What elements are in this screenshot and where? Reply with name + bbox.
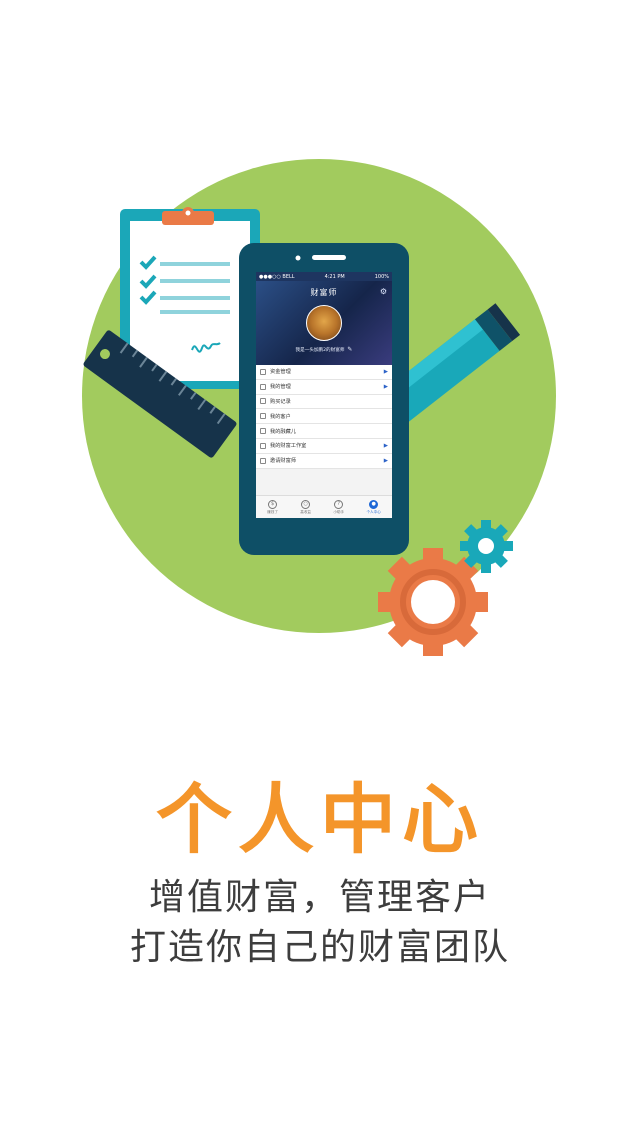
fund-icon [260, 368, 266, 375]
chevron-right-icon: ▶ [383, 368, 388, 375]
subtitle-line-2: 打造你自己的财富团队 [129, 927, 510, 968]
menu-item-label: 我的融藏儿 [270, 428, 296, 435]
tab-bar: $ 赚钱了 ○ 高收益 ? 小助手 ● 个人中心 [256, 495, 392, 518]
nav-title: 财富师 [310, 288, 338, 297]
collection-icon [260, 428, 266, 435]
tab-label: 小助手 [333, 509, 345, 514]
menu-list: 资金管理 ▶ 我的管理 ▶ 购买记录 我的客户 我的融藏儿 我的财富工作室 ▶ … [256, 365, 392, 469]
tab-assistant[interactable]: ? 小助手 [333, 499, 345, 515]
chevron-right-icon: ▶ [383, 442, 388, 449]
tab-label: 赚钱了 [267, 509, 278, 514]
status-battery: 100% [374, 273, 389, 280]
tab-profile[interactable]: ● 个人中心 [366, 499, 381, 515]
records-icon [260, 398, 266, 405]
status-time: 4:21 PM [324, 273, 345, 280]
menu-item-my-clients[interactable]: 我的客户 [256, 409, 392, 425]
page-title: 个人中心 [156, 775, 484, 864]
menu-item-fund-management[interactable]: 资金管理 ▶ [256, 365, 392, 380]
invite-icon [260, 457, 266, 464]
subtitle-line-1: 增值财富，管理客户 [148, 877, 491, 918]
tab-label: 个人中心 [366, 509, 381, 514]
tab-high-yield[interactable]: ○ 高收益 [300, 499, 312, 515]
status-carrier: ●●●○○ BELL [259, 273, 295, 280]
dollar-icon: $ [268, 499, 278, 509]
settings-gear-icon[interactable]: ⚙ [380, 287, 387, 296]
question-icon: ? [334, 499, 344, 509]
user-icon: ● [369, 499, 379, 509]
management-icon [260, 383, 266, 390]
edit-icon[interactable]: ✎ [347, 346, 352, 353]
menu-item-label: 资金管理 [270, 369, 291, 376]
chevron-right-icon: ▶ [383, 383, 388, 390]
menu-item-label: 邀请财富师 [270, 458, 296, 465]
status-bar: ●●●○○ BELL 4:21 PM 100% [256, 272, 392, 281]
tab-earn[interactable]: $ 赚钱了 [267, 499, 278, 515]
menu-item-my-collection[interactable]: 我的融藏儿 [256, 424, 392, 439]
client-icon [260, 413, 266, 420]
menu-item-wealth-studio[interactable]: 我的财富工作室 ▶ [256, 439, 392, 454]
menu-item-invite[interactable]: 邀请财富师 ▶ [256, 454, 392, 469]
chevron-right-icon: ▶ [383, 457, 388, 464]
menu-item-my-management[interactable]: 我的管理 ▶ [256, 380, 392, 395]
menu-item-label: 购买记录 [270, 398, 291, 405]
profile-header: 财富师 ⚙ 我是一头加鹏2的财富师 ✎ [256, 281, 392, 365]
menu-item-label: 我的管理 [270, 384, 291, 391]
tab-label: 高收益 [300, 509, 312, 514]
menu-item-label: 我的财富工作室 [270, 443, 307, 450]
menu-item-purchase-records[interactable]: 购买记录 [256, 395, 392, 410]
ring-icon: ○ [301, 499, 311, 509]
phone-screen: ●●●○○ BELL 4:21 PM 100% 财富师 ⚙ 我是一头加鹏2的财富… [256, 272, 392, 518]
avatar[interactable] [306, 305, 342, 341]
menu-item-label: 我的客户 [270, 413, 291, 420]
motto-row: 我是一头加鹏2的财富师 ✎ [256, 346, 392, 353]
motto-text: 我是一头加鹏2的财富师 [295, 348, 345, 353]
studio-icon [260, 442, 266, 449]
